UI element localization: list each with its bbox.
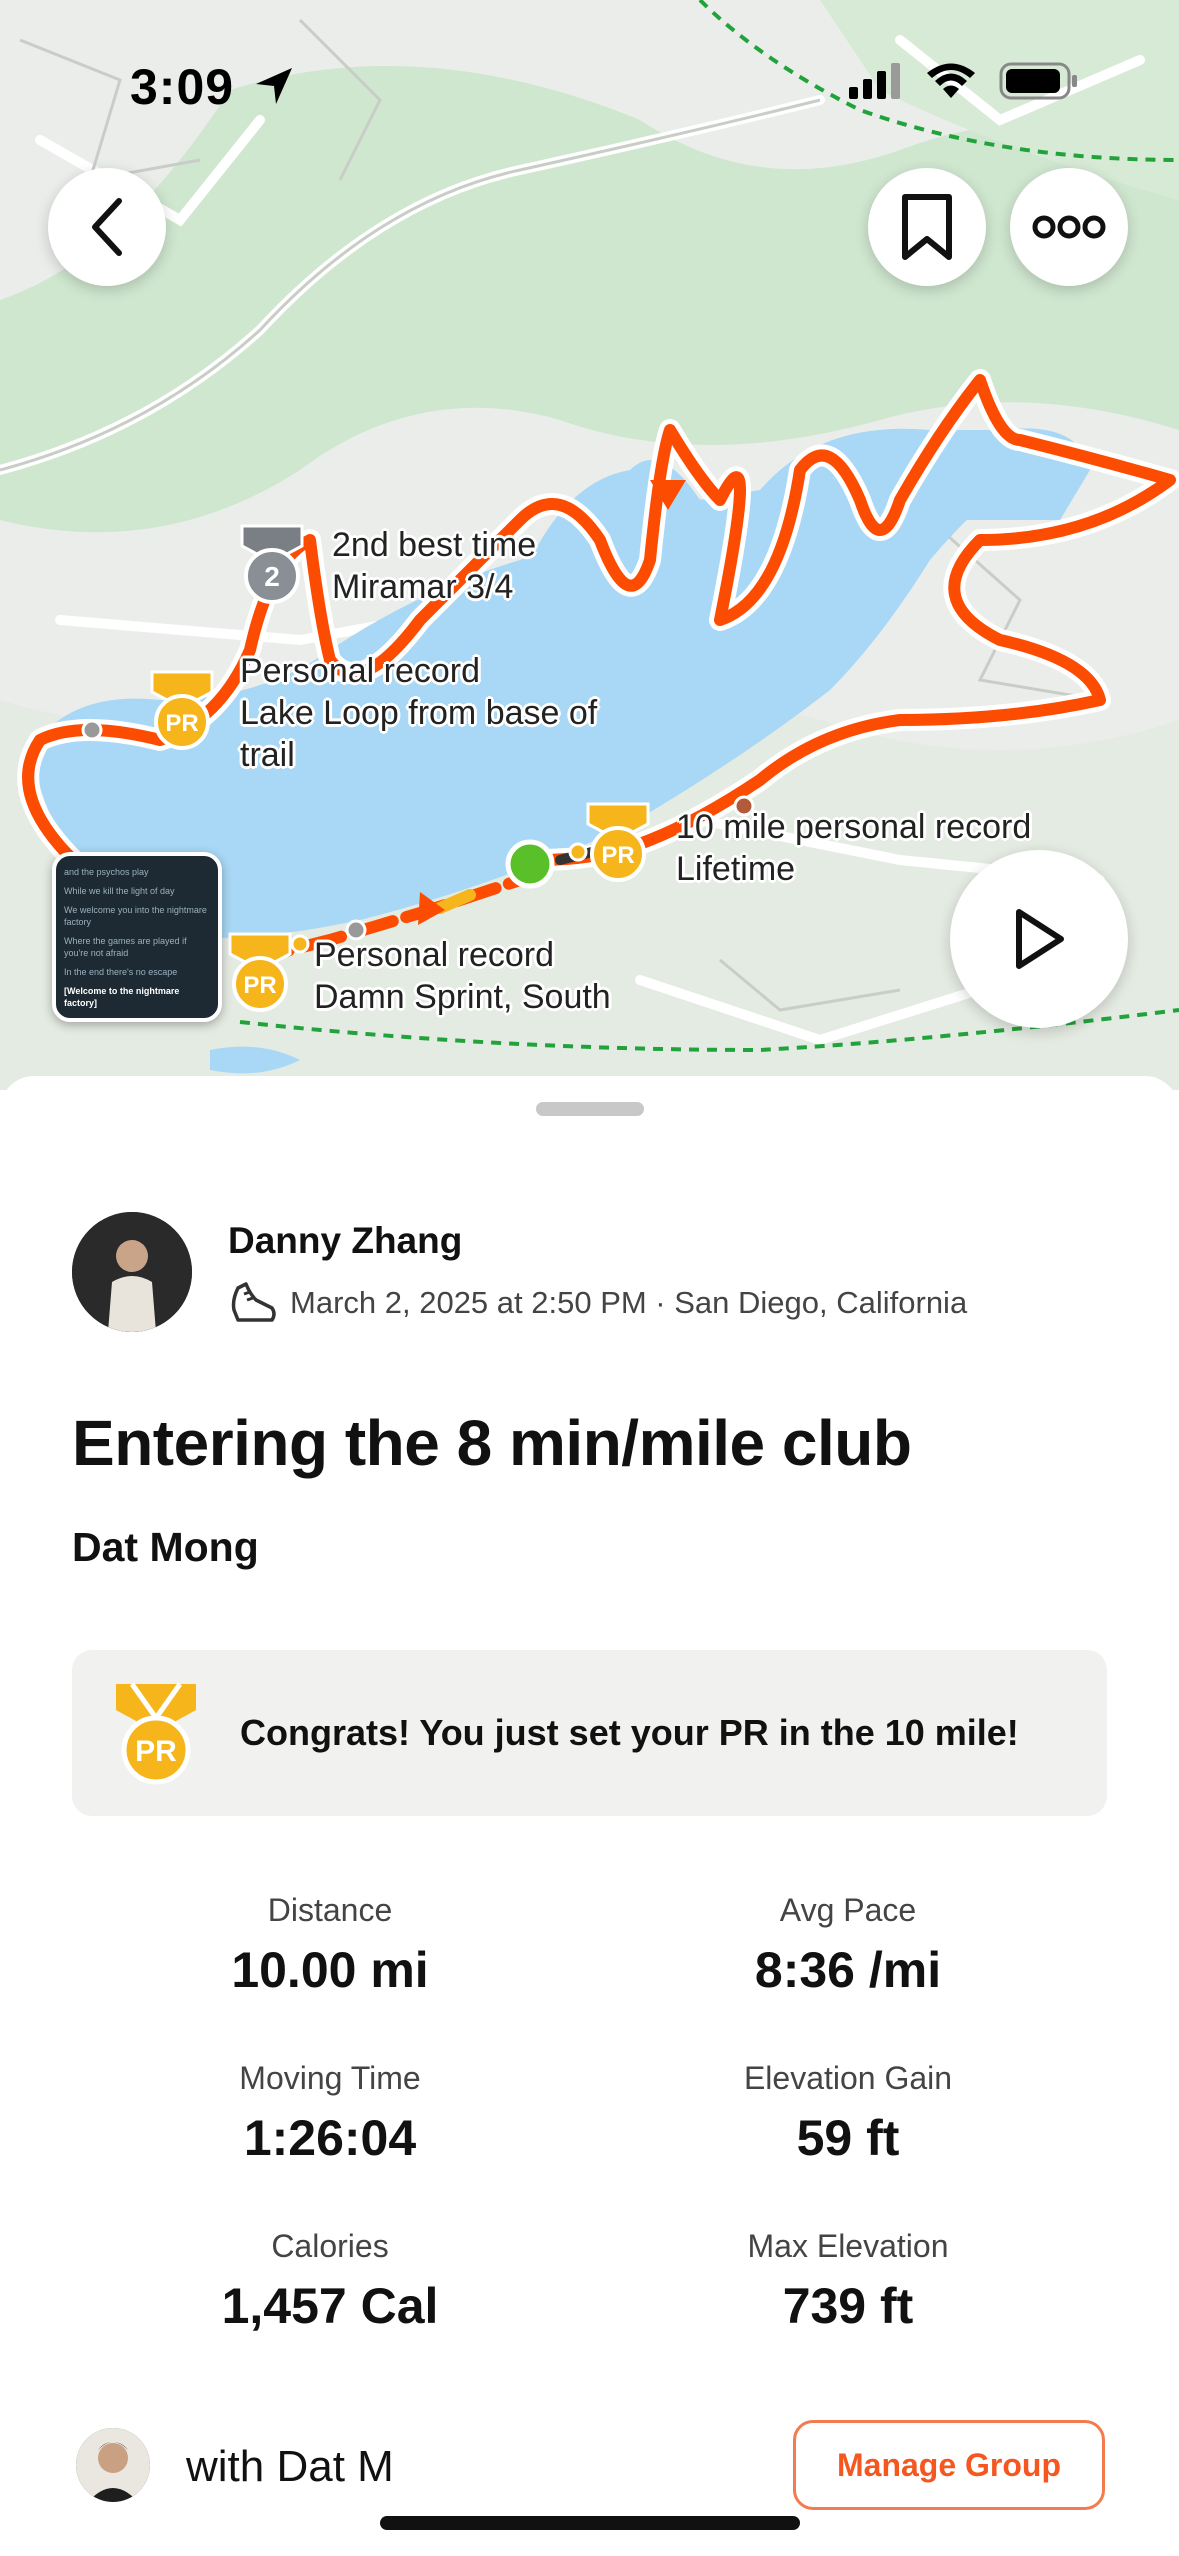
activity-description: Dat Mong	[72, 1524, 259, 1570]
segment-label-line: trail	[240, 736, 295, 774]
stat-max-elevation: Max Elevation 739 ft	[648, 2228, 1048, 2335]
stat-elevation-gain: Elevation Gain 59 ft	[648, 2060, 1048, 2167]
stat-distance: Distance 10.00 mi	[130, 1892, 530, 1999]
stat-label: Avg Pace	[779, 1892, 917, 1928]
status-icons	[849, 62, 1079, 100]
manage-group-button[interactable]: Manage Group	[793, 2420, 1105, 2510]
stat-avg-pace: Avg Pace 8:36 /mi	[648, 1892, 1048, 1999]
segment-label-10-mile: 10 mile personal record Lifetime	[676, 806, 1031, 890]
pr-medal-text: PR	[165, 710, 198, 737]
thumbnail-text-line: While we kill the light of day	[64, 886, 175, 896]
play-icon	[1016, 909, 1064, 969]
stat-value: 1,457 Cal	[221, 2278, 439, 2334]
media-thumbnail[interactable]: and the psychos play While we kill the l…	[52, 852, 222, 1022]
segment-label-line: Personal record	[240, 652, 481, 690]
pr-banner-text: Congrats! You just set your PR in the 10…	[240, 1712, 1019, 1753]
segment-label-miramar: 2nd best time Miramar 3/4	[332, 524, 536, 608]
route-map[interactable]: 3:09 2 PR PR PR 2nd best time Miramar 3/…	[0, 0, 1179, 1090]
pr-medal-icon[interactable]: PR	[146, 668, 218, 752]
stat-value: 8:36 /mi	[754, 1942, 942, 1998]
stat-calories: Calories 1,457 Cal	[130, 2228, 530, 2335]
segment-label-line: 10 mile personal record	[676, 808, 1032, 846]
save-route-button[interactable]	[868, 168, 986, 286]
athlete-name[interactable]: Danny Zhang	[228, 1220, 462, 1262]
activity-sheet: Danny Zhang March 2, 2025 at 2:50 PM · S…	[0, 1076, 1179, 2556]
segment-label-lake-loop: Personal record Lake Loop from base of t…	[240, 650, 597, 776]
chevron-left-icon	[92, 198, 122, 256]
more-options-button[interactable]	[1010, 168, 1128, 286]
status-time: 3:09	[130, 59, 235, 115]
thumbnail-text-line: [Welcome to the nightmare factory]	[64, 986, 180, 1008]
group-member-avatar[interactable]	[76, 2428, 150, 2502]
cellular-signal-icon	[849, 63, 900, 99]
run-shoe-icon	[231, 1282, 276, 1322]
stat-value: 739 ft	[782, 2278, 914, 2334]
second-medal-number: 2	[264, 561, 280, 592]
segment-label-line: Damn Sprint, South	[314, 978, 611, 1016]
segment-label-line: Lake Loop from base of	[240, 694, 598, 732]
back-button[interactable]	[48, 168, 166, 286]
battery-icon	[999, 62, 1077, 100]
stat-label: Moving Time	[239, 2060, 421, 2096]
group-with-text[interactable]: with Dat M	[186, 2442, 394, 2492]
pr-medal-icon: PR	[116, 1682, 196, 1785]
location-arrow-icon	[256, 68, 292, 104]
stat-label: Calories	[271, 2228, 389, 2264]
stat-label: Elevation Gain	[743, 2060, 953, 2096]
wifi-icon	[927, 63, 975, 98]
group-row: with Dat M Manage Group	[0, 2412, 1179, 2522]
pr-medal-text: PR	[243, 972, 276, 999]
stat-value: 1:26:04	[243, 2110, 417, 2166]
segment-label-damn-sprint: Personal record Damn Sprint, South	[314, 934, 611, 1018]
pr-medal-icon[interactable]: PR	[224, 930, 296, 1014]
activity-meta: March 2, 2025 at 2:50 PM · San Diego, Ca…	[228, 1280, 967, 1326]
sheet-grabber[interactable]	[536, 1102, 644, 1116]
stat-moving-time: Moving Time 1:26:04	[130, 2060, 530, 2167]
stat-label: Max Elevation	[747, 2228, 949, 2264]
segment-label-line: Lifetime	[676, 850, 796, 888]
avatar-photo	[72, 1212, 192, 1332]
home-indicator[interactable]	[380, 2516, 800, 2530]
pr-medal-icon[interactable]: PR	[582, 800, 654, 884]
pr-medal-text: PR	[601, 842, 634, 869]
activity-date-location: March 2, 2025 at 2:50 PM · San Diego, Ca…	[290, 1285, 968, 1320]
stat-value: 10.00 mi	[231, 1942, 429, 1998]
stat-label: Distance	[267, 1892, 393, 1928]
thumbnail-text-line: and the psychos play	[64, 867, 149, 877]
second-best-medal-icon[interactable]: 2	[236, 522, 308, 606]
stat-value: 59 ft	[796, 2110, 900, 2166]
thumbnail-text-line: We welcome you into the nightmare factor…	[64, 905, 207, 927]
thumbnail-text-line: In the end there's no escape	[64, 967, 178, 977]
bookmark-icon	[902, 194, 952, 260]
athlete-avatar[interactable]	[72, 1212, 192, 1332]
segment-label-line: 2nd best time	[332, 526, 537, 564]
pr-medal-text: PR	[135, 1735, 177, 1768]
avatar-photo	[76, 2428, 150, 2502]
activity-title: Entering the 8 min/mile club	[72, 1407, 912, 1479]
thumbnail-text-line: Where the games are played if you're not…	[64, 936, 187, 958]
segment-label-line: Personal record	[314, 936, 555, 974]
segment-label-line: Miramar 3/4	[332, 568, 514, 606]
pr-achievement-banner[interactable]: PR Congrats! You just set your PR in the…	[72, 1650, 1107, 1816]
more-dots-icon	[1032, 215, 1106, 239]
